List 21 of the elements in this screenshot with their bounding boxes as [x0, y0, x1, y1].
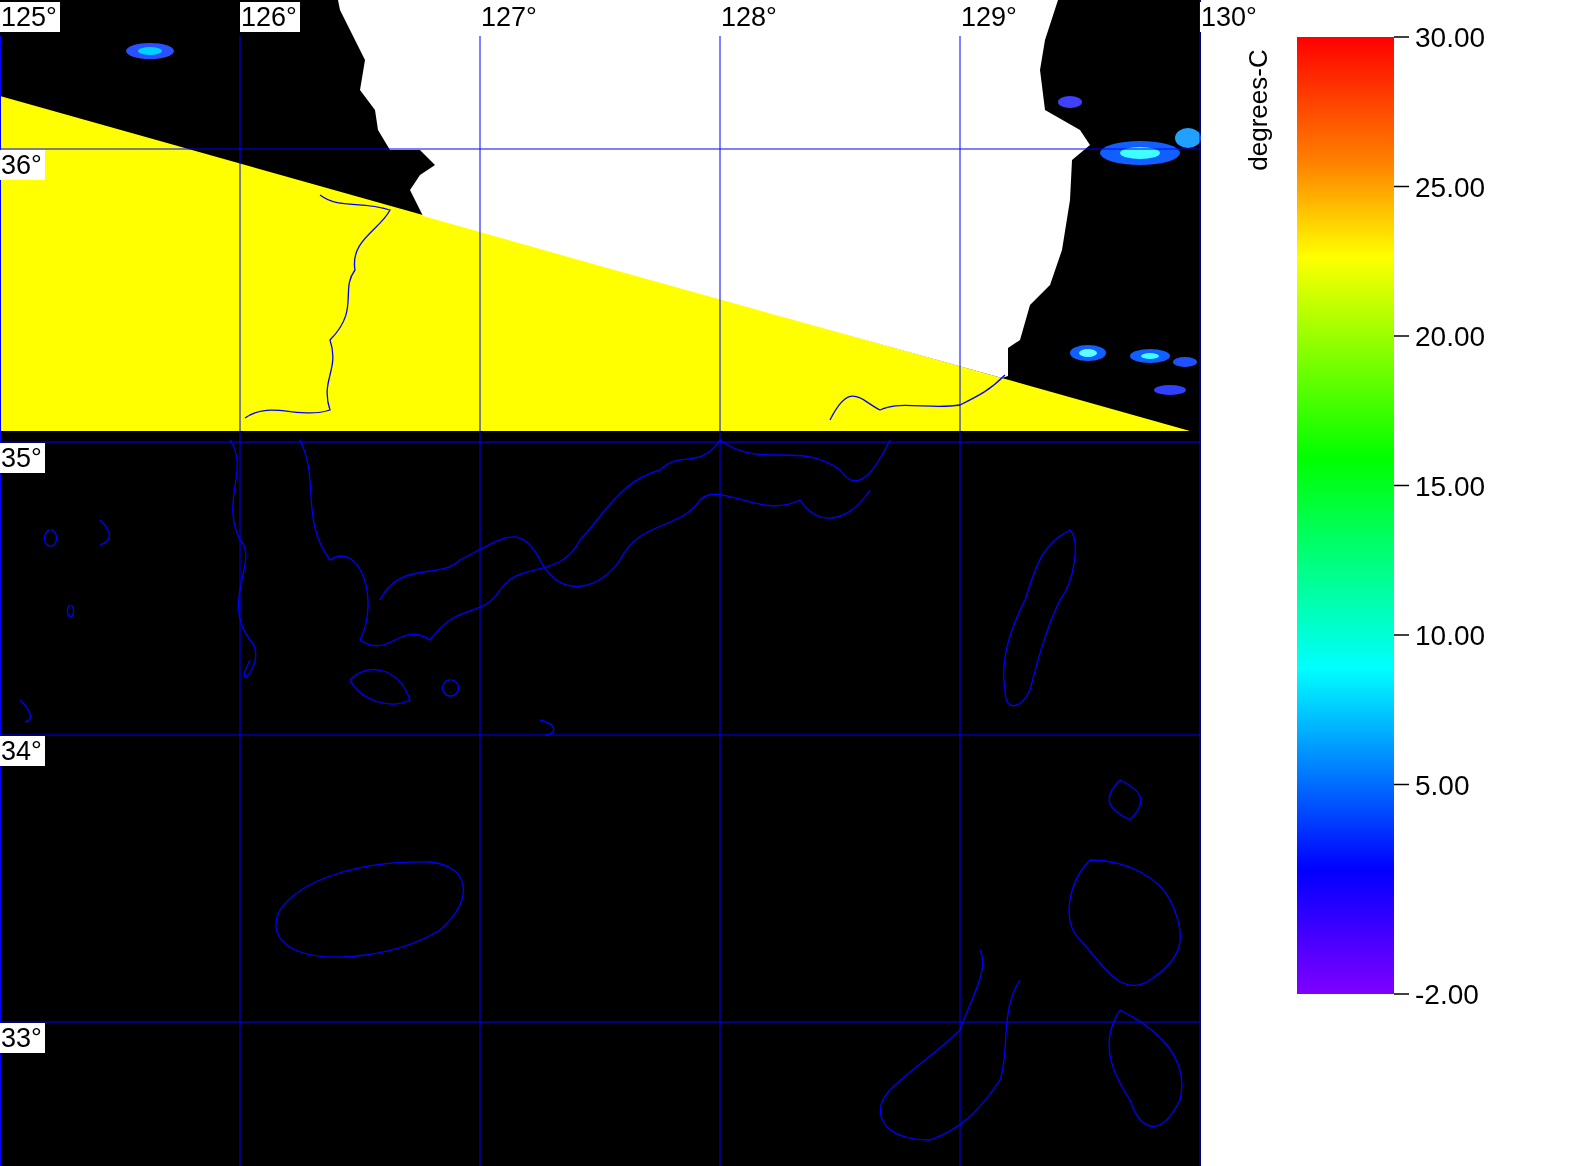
longitude-label: 126° — [240, 2, 300, 32]
latitude-label: 34° — [0, 736, 45, 766]
tick-mark — [1393, 185, 1410, 188]
scale-tick-label: 10.00 — [1415, 620, 1486, 651]
tick-mark — [1393, 484, 1410, 487]
scale-tick-label: 5.00 — [1415, 769, 1470, 801]
scale-tick-label: 30.00 — [1415, 22, 1486, 53]
scale-tick-label: -2.00 — [1415, 979, 1479, 1010]
latitude-label: 35° — [0, 443, 45, 473]
color-scale-title: degrees-C — [1243, 49, 1273, 171]
tick-mark — [1393, 783, 1410, 786]
scale-tick-label: 20.00 — [1415, 321, 1486, 352]
tick-mark — [1393, 335, 1410, 337]
tick-mark — [1393, 36, 1410, 38]
scale-tick-label: 15.00 — [1415, 470, 1486, 502]
scale-tick-label: 25.00 — [1415, 171, 1486, 203]
latitude-label: 33° — [0, 1023, 45, 1053]
tick-mark — [1393, 993, 1410, 995]
latitude-label: 36° — [0, 150, 45, 180]
tick-mark — [1393, 634, 1410, 636]
longitude-label: 125° — [0, 2, 60, 32]
